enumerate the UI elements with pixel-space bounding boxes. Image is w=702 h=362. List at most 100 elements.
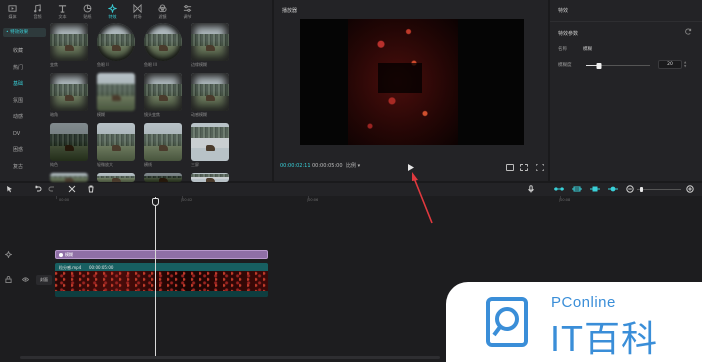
- crop-icon[interactable]: [520, 164, 528, 171]
- delete-icon[interactable]: [87, 185, 95, 193]
- category-item[interactable]: 动感: [0, 109, 48, 126]
- tool-adjust[interactable]: 调节: [175, 0, 200, 22]
- tool-effects[interactable]: 特效: [100, 0, 125, 22]
- zoom-slider-handle[interactable]: [640, 187, 643, 192]
- tool-label: 转场: [133, 13, 142, 19]
- effect-thumbnail[interactable]: 鱼眼 II: [97, 23, 135, 67]
- effect-thumbnail-label: 镜头变焦: [144, 112, 160, 117]
- effect-thumbnail[interactable]: 三屏: [191, 123, 229, 167]
- tool-audio[interactable]: 音频: [25, 0, 50, 22]
- effect-thumbnail[interactable]: [191, 173, 229, 182]
- snap-icon[interactable]: [607, 185, 619, 193]
- undo-icon[interactable]: [34, 185, 42, 193]
- tick-label: |00:08: [559, 198, 571, 202]
- effect-category-list: • 特效效果 收藏 热门 基础 氛围 动感 DV 困惑 复古: [0, 24, 48, 181]
- value-stepper[interactable]: ▲ ▼: [684, 60, 686, 68]
- effect-thumbnail[interactable]: 鱼眼 III: [144, 23, 182, 67]
- effect-thumbnail-label: 动感模糊: [191, 112, 207, 117]
- magnet-icon[interactable]: [571, 185, 583, 193]
- effect-thumbnail-image: [50, 123, 88, 161]
- tool-label: 音频: [33, 13, 42, 19]
- tool-label: 文本: [58, 13, 67, 19]
- original-ratio-icon[interactable]: [506, 164, 514, 171]
- effect-thumbnail[interactable]: 暗角: [50, 73, 88, 117]
- playhead-handle[interactable]: [152, 198, 159, 206]
- category-item[interactable]: 热门: [0, 60, 48, 77]
- microphone-icon[interactable]: [527, 185, 535, 193]
- lock-track-icon[interactable]: [5, 276, 12, 283]
- category-item[interactable]: 氛围: [0, 93, 48, 110]
- blur-amount-input[interactable]: 20: [658, 60, 682, 69]
- effect-thumbnail[interactable]: 变焦: [50, 23, 88, 67]
- effect-clip[interactable]: 模糊: [55, 250, 268, 259]
- tool-label: 贴纸: [83, 13, 92, 19]
- ratio-dropdown[interactable]: 比例 ▾: [346, 162, 360, 169]
- slider-handle[interactable]: [596, 62, 602, 69]
- tool-transition[interactable]: 转场: [125, 0, 150, 22]
- category-item[interactable]: 收藏: [0, 43, 48, 60]
- effect-thumbnail-image: [144, 123, 182, 161]
- video-clip-header: 粒分感.mp4 00:00:05:00: [55, 263, 268, 271]
- adjust-icon: [183, 4, 192, 12]
- effect-thumbnail[interactable]: 模糊: [97, 73, 135, 117]
- player-title: 播放器: [282, 8, 298, 14]
- zoom-out-icon[interactable]: [626, 185, 634, 193]
- total-time: 00:00:05:00: [312, 163, 343, 169]
- effect-thumbnail[interactable]: 边缘模糊: [191, 23, 229, 67]
- effect-thumbnail[interactable]: 轻微放大: [97, 123, 135, 167]
- name-value: 模糊: [583, 47, 592, 52]
- effect-thumbnail-image: [144, 173, 182, 182]
- tool-media[interactable]: 媒体: [0, 0, 25, 22]
- category-item[interactable]: 复古: [0, 159, 48, 176]
- effect-thumbnail-image: [191, 123, 229, 161]
- video-clip[interactable]: 粒分感.mp4 00:00:05:00: [55, 263, 268, 297]
- tool-filter[interactable]: 滤镜: [150, 0, 175, 22]
- tick-label: |00:06: [307, 198, 319, 202]
- blur-amount-label: 模糊度: [558, 63, 572, 68]
- category-item[interactable]: DV: [0, 126, 48, 143]
- effect-thumbnail[interactable]: 镜头变焦: [144, 73, 182, 117]
- split-icon[interactable]: [68, 185, 76, 193]
- effect-clip-label: 模糊: [65, 252, 73, 257]
- effect-thumbnail-label: 模糊: [97, 112, 105, 117]
- transition-icon: [133, 3, 142, 13]
- timeline-scrollbar[interactable]: [20, 356, 440, 359]
- playhead[interactable]: [155, 197, 156, 357]
- reset-icon[interactable]: [685, 28, 692, 35]
- effect-thumbnail[interactable]: 动感模糊: [191, 73, 229, 117]
- fullscreen-icon[interactable]: [535, 163, 545, 172]
- zoom-slider[interactable]: [637, 187, 681, 192]
- video-preview[interactable]: [300, 19, 524, 145]
- category-item[interactable]: 困惑: [0, 142, 48, 159]
- category-item[interactable]: 基础: [0, 76, 48, 93]
- effect-thumbnail-image: [191, 73, 229, 111]
- effect-thumbnail-image: [144, 23, 182, 61]
- effect-properties-panel: 特效 特效参数 名称 模糊 模糊度 20 ▲ ▼: [550, 0, 702, 181]
- link-main-track-icon[interactable]: [553, 185, 565, 193]
- eye-icon[interactable]: [22, 276, 29, 283]
- video-clip-frames: [55, 271, 268, 291]
- tool-label: 调节: [183, 13, 192, 19]
- preview-axis-icon[interactable]: [589, 185, 601, 193]
- media-library-panel: 媒体 音频 文本 贴纸 特效 转场 滤镜 调节 • 特效效果 收藏 热门 基础 …: [0, 0, 272, 182]
- effect-thumbnail-image: [97, 73, 135, 111]
- main-toolbar: 媒体 音频 文本 贴纸 特效 转场 滤镜 调节: [0, 0, 272, 22]
- cursor-icon[interactable]: [6, 185, 14, 193]
- zoom-in-icon[interactable]: [686, 185, 694, 193]
- effect-thumbnail[interactable]: [50, 173, 88, 182]
- cover-button[interactable]: 封面: [36, 275, 52, 285]
- redo-icon[interactable]: [48, 185, 56, 193]
- blur-amount-slider[interactable]: [586, 62, 650, 69]
- tool-sticker[interactable]: 贴纸: [75, 0, 100, 22]
- effects-icon: [108, 3, 117, 13]
- filter-icon: [158, 3, 167, 12]
- effect-thumbnail[interactable]: 纯色: [50, 123, 88, 167]
- effect-thumbnail[interactable]: [97, 173, 135, 182]
- effect-thumbnail-label: 变焦: [50, 62, 58, 67]
- category-header[interactable]: • 特效效果: [3, 28, 46, 37]
- effect-thumbnail-label: 三屏: [191, 162, 199, 167]
- effect-thumbnail[interactable]: [144, 173, 182, 182]
- tool-text[interactable]: 文本: [50, 0, 75, 22]
- effect-thumbnail[interactable]: 横线: [144, 123, 182, 167]
- tool-label: 特效: [108, 13, 117, 19]
